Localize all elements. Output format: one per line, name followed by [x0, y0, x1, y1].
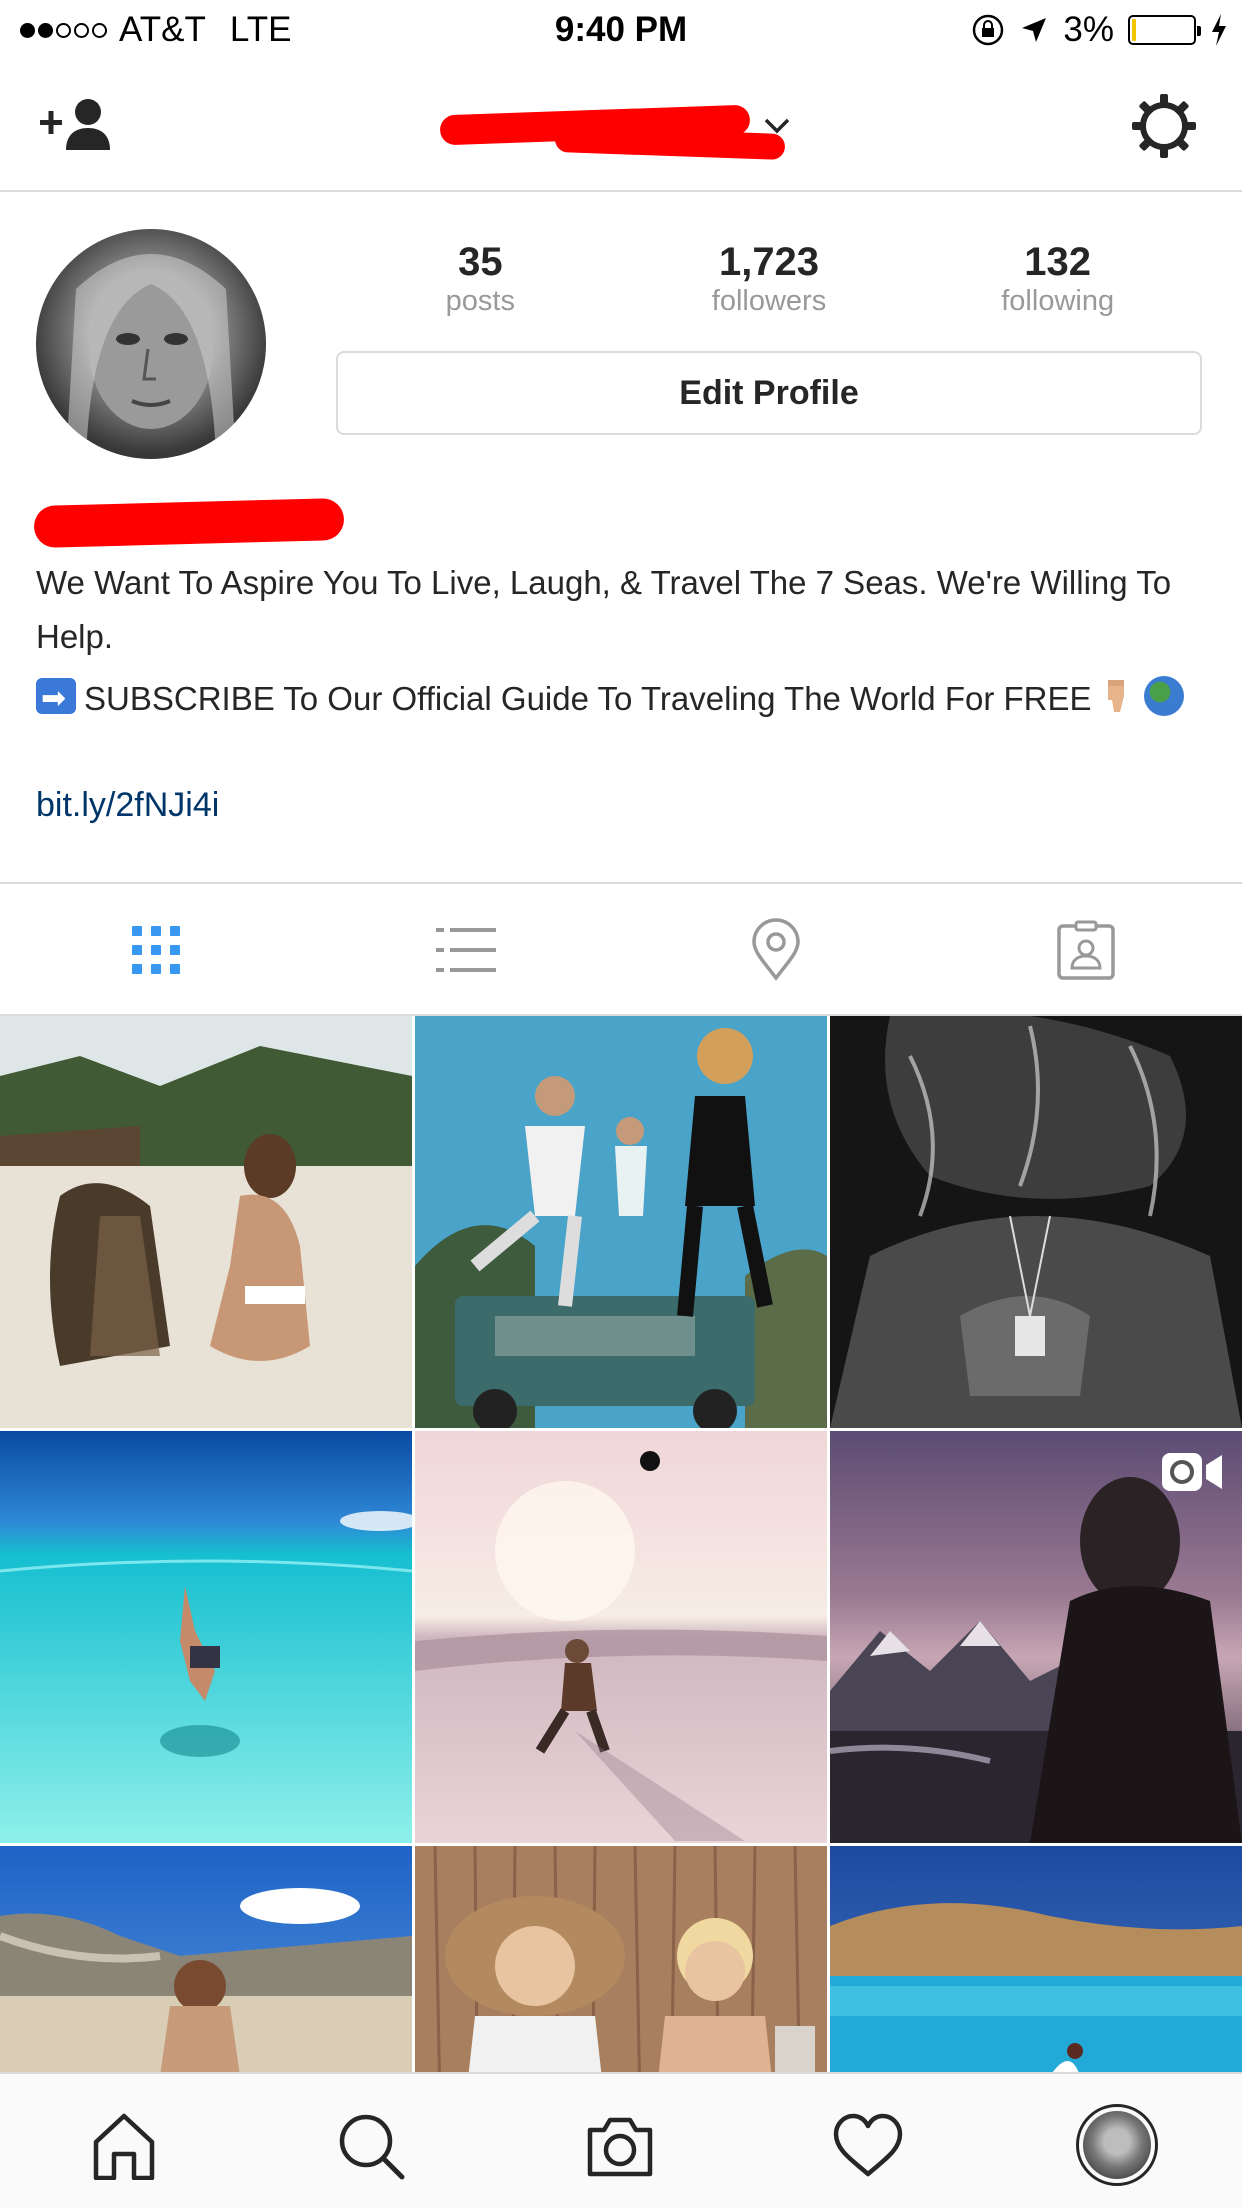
- profile-bio: We Want To Aspire You To Live, Laugh, & …: [36, 556, 1206, 726]
- posts-count[interactable]: 35 posts: [336, 238, 625, 316]
- charging-bolt-icon: [1212, 14, 1226, 46]
- profile-tab-avatar[interactable]: [1076, 2104, 1158, 2186]
- edit-profile-button[interactable]: Edit Profile: [336, 351, 1202, 435]
- camera-dot: [640, 1451, 660, 1471]
- followers-count[interactable]: 1,723 followers: [625, 238, 914, 316]
- bottom-tab-bar: [0, 2072, 1242, 2208]
- following-count[interactable]: 132 following: [913, 238, 1202, 316]
- location-arrow-icon: [1022, 18, 1047, 42]
- redaction-mark: [33, 497, 345, 549]
- grid-post[interactable]: [830, 1016, 1242, 1428]
- search-icon[interactable]: [336, 2112, 408, 2180]
- tagged-photos-icon[interactable]: [1054, 918, 1118, 982]
- profile-tabs: [0, 882, 1242, 1016]
- status-bar: AT&T LTE 9:40 PM 3%: [0, 0, 1242, 62]
- grid-post[interactable]: [0, 1431, 412, 1843]
- heart-icon[interactable]: [832, 2112, 904, 2180]
- settings-gear-icon[interactable]: [1130, 92, 1198, 160]
- posts-grid: [0, 1016, 1242, 2072]
- list-view-icon[interactable]: [434, 918, 498, 982]
- grid-post[interactable]: [0, 1846, 412, 2072]
- profile-link[interactable]: bit.ly/2fNJi4i: [36, 786, 219, 825]
- camera-icon[interactable]: [584, 2112, 656, 2180]
- grid-post[interactable]: [830, 1846, 1242, 2072]
- grid-post[interactable]: [415, 1016, 827, 1428]
- grid-post[interactable]: [415, 1431, 827, 1843]
- profile-stats: 35 posts 1,723 followers 132 following: [336, 238, 1202, 316]
- battery-icon: [1128, 15, 1201, 45]
- grid-post[interactable]: [830, 1431, 1242, 1843]
- grid-view-icon[interactable]: [124, 918, 188, 982]
- profile-nav-bar: [0, 62, 1242, 192]
- grid-post[interactable]: [0, 1016, 412, 1428]
- bio-line: SUBSCRIBE To Our Official Guide To Trave…: [36, 672, 1206, 726]
- video-camera-icon: [1162, 1453, 1222, 1491]
- bio-line: We Want To Aspire You To Live, Laugh, & …: [36, 564, 1172, 655]
- rotation-lock-icon: [973, 14, 1004, 46]
- globe-icon: [1143, 676, 1184, 716]
- battery-percent: 3%: [1063, 10, 1114, 49]
- grid-post[interactable]: [415, 1846, 827, 2072]
- home-icon[interactable]: [88, 2112, 160, 2180]
- pointing-down-hand-icon: [1107, 680, 1124, 712]
- location-pin-icon[interactable]: [744, 918, 808, 982]
- add-user-icon[interactable]: [38, 96, 116, 152]
- right-arrow-icon: [36, 672, 76, 726]
- profile-avatar[interactable]: [36, 229, 266, 459]
